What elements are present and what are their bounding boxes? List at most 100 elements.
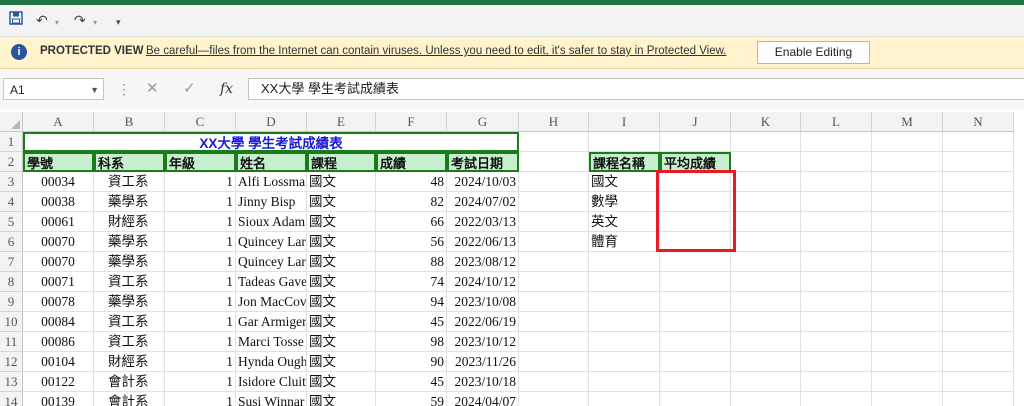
grid-cell[interactable] [519, 232, 589, 252]
table-cell[interactable]: 2022/06/13 [447, 232, 519, 252]
column-header-e[interactable]: E [307, 112, 376, 132]
grid-cell[interactable] [731, 192, 801, 212]
insert-function-button[interactable]: fx [220, 78, 233, 100]
grid-cell[interactable] [943, 232, 1014, 252]
grid-cell[interactable] [519, 392, 589, 406]
table-cell[interactable]: 會計系 [94, 392, 165, 406]
table-cell[interactable]: 國文 [307, 332, 376, 352]
course-name-cell[interactable]: 體育 [589, 232, 660, 252]
table-cell[interactable]: 90 [376, 352, 447, 372]
table-cell[interactable]: Alfi Lossma [236, 172, 307, 192]
table-cell[interactable]: 1 [165, 392, 236, 406]
table-cell[interactable]: 資工系 [94, 332, 165, 352]
table-cell[interactable]: 2023/08/12 [447, 252, 519, 272]
grid-cell[interactable] [943, 252, 1014, 272]
table-cell[interactable]: 1 [165, 172, 236, 192]
table-cell[interactable]: 資工系 [94, 312, 165, 332]
table-cell[interactable]: 財經系 [94, 352, 165, 372]
table-cell[interactable]: 藥學系 [94, 292, 165, 312]
table-cell[interactable]: Sioux Adam [236, 212, 307, 232]
grid-cell[interactable] [943, 192, 1014, 212]
grid-cell[interactable] [731, 172, 801, 192]
grid-cell[interactable] [731, 232, 801, 252]
grid-cell[interactable] [801, 272, 872, 292]
column-header-j[interactable]: J [660, 112, 731, 132]
grid-cell[interactable] [731, 292, 801, 312]
grid-cell[interactable] [801, 132, 872, 152]
grid-cell[interactable] [589, 372, 660, 392]
grid-cell[interactable] [943, 332, 1014, 352]
column-header-c[interactable]: C [165, 112, 236, 132]
grid-cell[interactable] [589, 312, 660, 332]
enter-check-icon[interactable]: ✓ [183, 78, 196, 100]
table-cell[interactable]: 94 [376, 292, 447, 312]
grid-cell[interactable] [519, 152, 589, 172]
grid-cell[interactable] [589, 392, 660, 406]
grid-cell[interactable] [801, 172, 872, 192]
table-cell[interactable]: 藥學系 [94, 252, 165, 272]
table-cell[interactable]: 00086 [23, 332, 94, 352]
table-cell[interactable]: 國文 [307, 192, 376, 212]
column-header-k[interactable]: K [731, 112, 801, 132]
row-header-14[interactable]: 14 [0, 392, 23, 406]
table-header-cell[interactable]: 科系 [94, 152, 165, 172]
grid-cell[interactable] [943, 392, 1014, 406]
grid-cell[interactable] [943, 372, 1014, 392]
table-cell[interactable]: 國文 [307, 172, 376, 192]
grid-cell[interactable] [519, 312, 589, 332]
grid-cell[interactable] [801, 372, 872, 392]
table-cell[interactable]: 00061 [23, 212, 94, 232]
protected-view-message[interactable]: Be careful—files from the Internet can c… [146, 45, 726, 57]
column-header-a[interactable]: A [23, 112, 94, 132]
grid-cell[interactable] [731, 352, 801, 372]
table-cell[interactable]: 國文 [307, 372, 376, 392]
table-header-cell[interactable]: 學號 [23, 152, 94, 172]
grid-cell[interactable] [872, 332, 943, 352]
grid-cell[interactable] [872, 352, 943, 372]
grid-cell[interactable] [589, 132, 660, 152]
grid-cell[interactable] [660, 272, 731, 292]
grid-cell[interactable] [801, 352, 872, 372]
table-cell[interactable]: 國文 [307, 312, 376, 332]
row-header-11[interactable]: 11 [0, 332, 23, 352]
name-box[interactable]: A1 ▼ [3, 78, 104, 100]
table-cell[interactable]: 1 [165, 352, 236, 372]
grid-cell[interactable] [801, 392, 872, 406]
row-header-10[interactable]: 10 [0, 312, 23, 332]
course-name-cell[interactable]: 英文 [589, 212, 660, 232]
grid-cell[interactable] [872, 392, 943, 406]
undo-icon[interactable]: ↶ [36, 11, 48, 29]
grid-cell[interactable] [872, 312, 943, 332]
table-cell[interactable]: 國文 [307, 392, 376, 406]
grid-cell[interactable] [519, 352, 589, 372]
table-cell[interactable]: 國文 [307, 212, 376, 232]
grid-cell[interactable] [731, 272, 801, 292]
table-cell[interactable]: 2023/10/12 [447, 332, 519, 352]
grid-cell[interactable] [801, 232, 872, 252]
row-header-1[interactable]: 1 [0, 132, 23, 152]
table-cell[interactable]: 2022/06/19 [447, 312, 519, 332]
table-cell[interactable]: 00084 [23, 312, 94, 332]
grid-cell[interactable] [519, 252, 589, 272]
grid-cell[interactable] [519, 372, 589, 392]
course-name-cell[interactable]: 數學 [589, 192, 660, 212]
grid-cell[interactable] [943, 152, 1014, 172]
table-cell[interactable]: 59 [376, 392, 447, 406]
table-cell[interactable]: Tadeas Gave [236, 272, 307, 292]
grid-cell[interactable] [801, 332, 872, 352]
grid-cell[interactable] [519, 292, 589, 312]
table-cell[interactable]: 國文 [307, 352, 376, 372]
grid-cell[interactable] [801, 212, 872, 232]
table-cell[interactable]: Susi Winnar [236, 392, 307, 406]
table-cell[interactable]: 2024/10/03 [447, 172, 519, 192]
table-cell[interactable]: 98 [376, 332, 447, 352]
customize-qat-icon[interactable]: ▾ [116, 13, 121, 31]
table-cell[interactable]: 1 [165, 192, 236, 212]
table-cell[interactable]: 00139 [23, 392, 94, 406]
grid-cell[interactable] [660, 332, 731, 352]
table-cell[interactable]: 1 [165, 292, 236, 312]
formula-input[interactable]: XX大學 學生考試成績表 [248, 78, 1024, 100]
row-header-12[interactable]: 12 [0, 352, 23, 372]
table-cell[interactable]: 1 [165, 212, 236, 232]
redo-icon[interactable]: ↷ [74, 11, 86, 29]
